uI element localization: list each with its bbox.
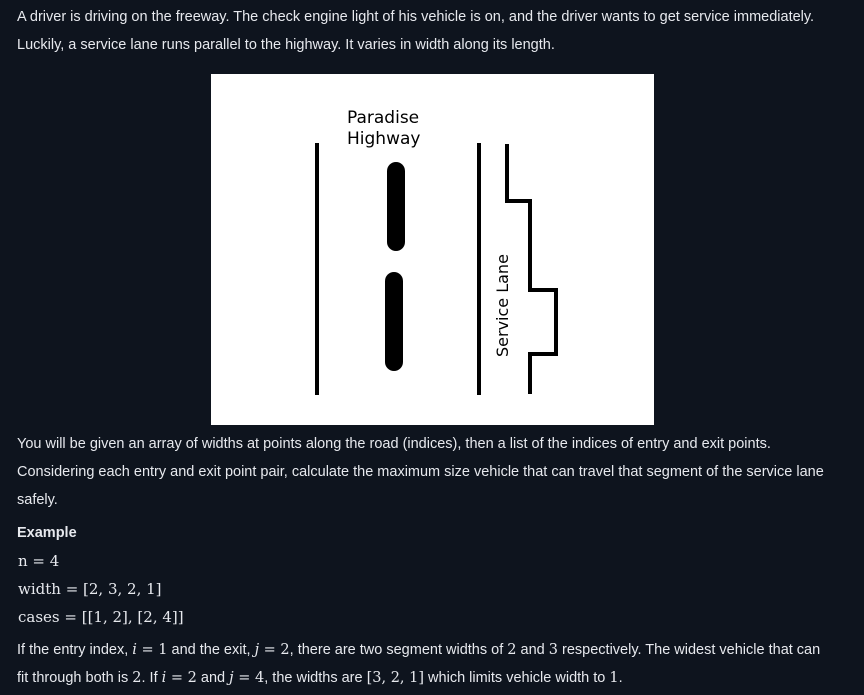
text-span: which limits vehicle width to [424, 670, 610, 686]
math-number: 2 [132, 670, 142, 686]
math-number: 2 [507, 642, 517, 658]
service-lane-label: Service Lane [493, 254, 512, 357]
text-span: , there are two segment widths of [289, 642, 508, 658]
highway-diagram-svg: Paradise Highway Service Lane [315, 108, 558, 395]
text-span: . [618, 670, 623, 686]
intro-line-2: Luckily, a service lane runs parallel to… [17, 37, 555, 53]
problem-page: A driver is driving on the freeway. The … [0, 0, 864, 695]
highway-label-line-2: Highway [347, 129, 420, 149]
text-span: fit through both is [17, 670, 133, 686]
text-span: and [516, 642, 549, 658]
math-eq: = 1 [136, 642, 168, 658]
text-span: . If [141, 670, 162, 686]
text-span: , the widths are [264, 670, 367, 686]
text-span: and the exit, [167, 642, 255, 658]
text-span: respectively. The widest vehicle that ca… [557, 642, 821, 658]
math-number: 1 [609, 670, 619, 686]
explanation-line-1: If the entry index, i = 1 and the exit, … [17, 636, 844, 664]
width-expression: width = [2, 3, 2, 1] [18, 580, 162, 598]
intro-line-1: A driver is driving on the freeway. The … [17, 9, 815, 25]
math-number: 3 [548, 642, 558, 658]
text-span: If the entry index, [17, 642, 133, 658]
service-lane-outer-edge [505, 144, 558, 394]
math-array: [3, 2, 1] [366, 670, 425, 686]
highway-diagram: Paradise Highway Service Lane [211, 74, 654, 425]
n-expression: n = 4 [18, 552, 60, 570]
explanation-line-2: fit through both is 2. If i = 2 and j = … [17, 664, 844, 692]
math-eq: = 4 [233, 670, 265, 686]
cases-expression: cases = [[1, 2], [2, 4]] [18, 608, 184, 626]
body-line-2: Considering each entry and exit point pa… [17, 464, 824, 480]
example-heading: Example [17, 525, 77, 541]
body-line-1: You will be given an array of widths at … [17, 436, 771, 452]
math-eq: = 2 [259, 642, 290, 658]
highway-label-line-1: Paradise [347, 108, 419, 128]
math-eq: = 2 [166, 670, 197, 686]
text-span: and [196, 670, 230, 686]
body-line-3: safely. [17, 492, 58, 508]
